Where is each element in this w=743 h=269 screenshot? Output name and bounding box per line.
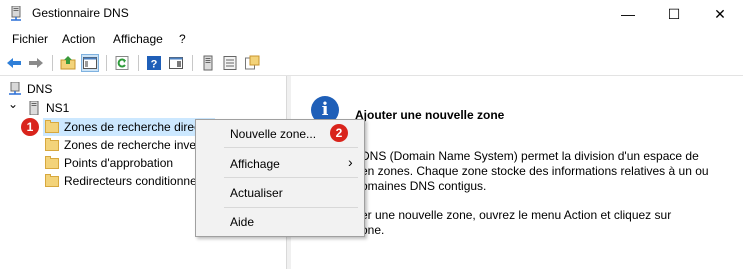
- toolbar-separator: [138, 55, 139, 71]
- menu-action[interactable]: Action: [62, 32, 95, 46]
- tree-item-ns1[interactable]: NS1: [27, 99, 127, 117]
- tree-label: Zones de recherche inve: [64, 138, 197, 152]
- step-badge-2: 2: [330, 124, 348, 142]
- tree-item-forward-zones[interactable]: Zones de recherche direc: [45, 118, 215, 136]
- menu-help[interactable]: ?: [179, 32, 186, 46]
- tree-label: DNS: [27, 82, 53, 96]
- tree-label: Redirecteurs conditionne: [64, 174, 197, 188]
- folder-icon: [45, 138, 59, 151]
- menu-affichage[interactable]: Affichage: [113, 32, 163, 46]
- list-icon[interactable]: [222, 55, 238, 71]
- info-text-line: en zones. Chaque zone stocke des informa…: [361, 164, 709, 178]
- menu-separator: [224, 177, 358, 178]
- refresh-icon[interactable]: [114, 55, 130, 71]
- toolbar-separator: [192, 55, 193, 71]
- menu-separator: [224, 207, 358, 208]
- back-arrow-icon[interactable]: [6, 55, 22, 71]
- svg-text:?: ?: [151, 59, 158, 71]
- tree-item-dns[interactable]: DNS: [8, 80, 108, 98]
- tree-item-trust-points[interactable]: Points d'approbation: [45, 154, 215, 172]
- menu-item-help[interactable]: Aide: [230, 215, 254, 229]
- folder-icon: [45, 120, 59, 133]
- step-badge-1: 1: [21, 118, 39, 136]
- menu-separator: [224, 147, 358, 148]
- menu-item-view[interactable]: Affichage: [230, 157, 280, 171]
- menu-item-refresh[interactable]: Actualiser: [230, 186, 283, 200]
- server-icon[interactable]: [200, 55, 216, 71]
- dns-server-icon: [11, 6, 21, 21]
- toolbar-separator: [106, 55, 107, 71]
- tree-label: NS1: [46, 101, 70, 115]
- title-bar: Gestionnaire DNS — ☐ ✕: [0, 0, 743, 28]
- submenu-arrow-icon: ›: [348, 154, 353, 170]
- info-text-line: DNS (Domain Name System) permet la divis…: [361, 149, 699, 163]
- forward-arrow-icon[interactable]: [28, 55, 44, 71]
- close-button[interactable]: ✕: [697, 0, 743, 28]
- tree-label: Zones de recherche direc: [64, 120, 201, 134]
- console-tree-icon[interactable]: [81, 54, 99, 72]
- info-text-line: omaines DNS contigus.: [361, 179, 487, 193]
- tree-item-reverse-zones[interactable]: Zones de recherche inve: [45, 136, 215, 154]
- server-icon: [29, 101, 39, 115]
- info-title: Ajouter une nouvelle zone: [355, 108, 505, 122]
- window-title: Gestionnaire DNS: [32, 6, 129, 20]
- folder-icon: [45, 156, 59, 169]
- minimize-button[interactable]: —: [605, 0, 651, 28]
- help-icon[interactable]: ?: [146, 55, 162, 71]
- maximize-button[interactable]: ☐: [651, 0, 697, 28]
- menu-bar: Fichier Action Affichage ?: [0, 30, 743, 50]
- toolbar-separator: [52, 55, 53, 71]
- expand-chevron-icon[interactable]: ⌄: [8, 97, 18, 111]
- dns-root-icon: [9, 82, 21, 95]
- up-folder-icon[interactable]: [60, 55, 76, 71]
- tree-item-conditional-forwarders[interactable]: Redirecteurs conditionne: [45, 172, 215, 190]
- toolbar: ?: [0, 52, 743, 74]
- folder-icon: [45, 174, 59, 187]
- menu-item-new-zone[interactable]: Nouvelle zone...: [230, 127, 316, 141]
- properties-icon[interactable]: [168, 55, 184, 71]
- tree-label: Points d'approbation: [64, 156, 174, 170]
- menu-fichier[interactable]: Fichier: [12, 32, 48, 46]
- zone-icon[interactable]: [244, 55, 260, 71]
- info-text-line: er une nouvelle zone, ouvrez le menu Act…: [361, 208, 672, 222]
